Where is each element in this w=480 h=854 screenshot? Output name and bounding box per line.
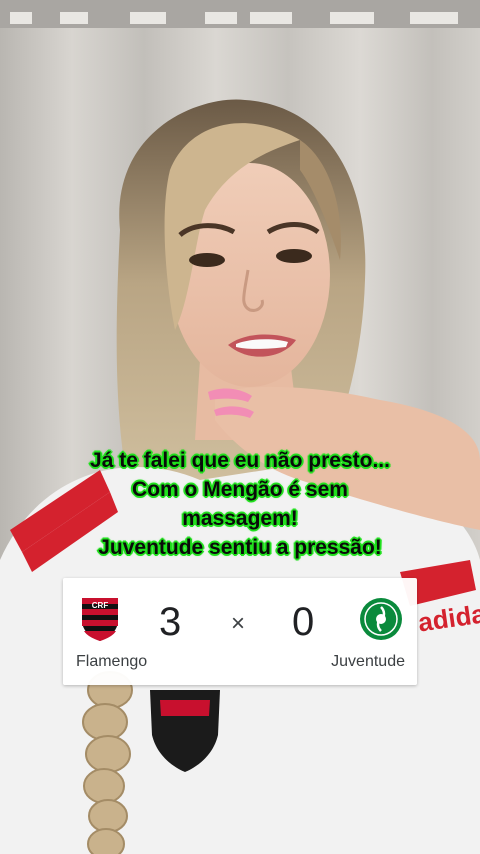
away-score: 0	[292, 600, 315, 644]
caption-line-4: Juventude sentiu a pressão!	[98, 536, 382, 559]
match-score-card: CRF 3 × 0 Flamengo Juventude	[63, 578, 417, 685]
caption-line-3: massagem!	[182, 507, 298, 530]
svg-text:CRF: CRF	[92, 601, 109, 610]
caption-overlay: Já te falei que eu não presto... Com o M…	[40, 446, 440, 562]
flamengo-crest-icon: CRF	[82, 598, 118, 641]
home-team-name: Flamengo	[76, 653, 148, 670]
score-separator: ×	[231, 610, 246, 637]
caption-line-1: Já te falei que eu não presto...	[90, 449, 390, 472]
home-score: 3	[159, 600, 182, 644]
video-frame: adida	[0, 0, 480, 854]
caption-line-2: Com o Mengão é sem	[132, 478, 348, 501]
juventude-crest-icon	[360, 598, 402, 640]
away-team-name: Juventude	[331, 653, 405, 670]
